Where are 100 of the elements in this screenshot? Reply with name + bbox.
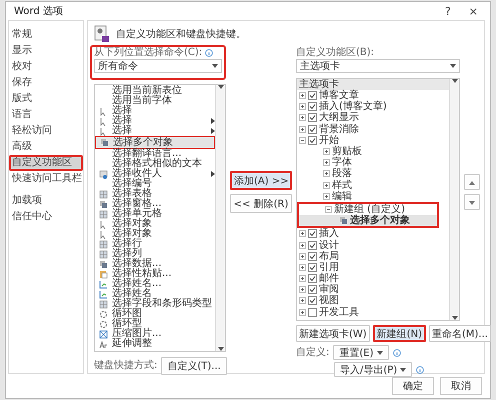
tab-label[interactable]: 插入 (319, 228, 339, 240)
checkbox[interactable] (308, 296, 317, 306)
expand-icon[interactable] (323, 148, 330, 156)
list-item[interactable]: 选择收件人 (95, 169, 215, 179)
move-up-button[interactable] (464, 174, 480, 190)
sidebar-item[interactable]: 常规 (9, 27, 83, 43)
list-item[interactable]: 选择行 (95, 239, 215, 249)
list-item[interactable]: 选择性粘贴... (95, 269, 215, 279)
tab-label[interactable]: 审阅 (319, 284, 339, 296)
sidebar-item[interactable]: 快速访问工具栏 (9, 171, 83, 187)
expand-icon[interactable] (299, 252, 306, 260)
tab-label[interactable]: 博客文章 (319, 90, 359, 102)
checkbox[interactable] (308, 252, 317, 261)
expand-icon[interactable] (299, 92, 306, 100)
list-item[interactable]: 压缩图片... (95, 329, 215, 339)
remove-button[interactable]: << 删除(R) (230, 194, 292, 213)
tab-label[interactable]: 背景消除 (319, 124, 359, 135)
checkbox[interactable] (308, 308, 317, 317)
expand-icon[interactable] (299, 103, 306, 110)
list-item[interactable]: 选择姓名 (95, 289, 215, 299)
tab-label[interactable]: 大纲显示 (319, 112, 359, 124)
sidebar-item[interactable]: 语言 (9, 107, 83, 123)
customize-button[interactable]: 自定义(T)... (161, 357, 227, 375)
tab-label[interactable]: 插入(博客文章) (319, 101, 387, 112)
sidebar-item[interactable]: 信任中心 (9, 209, 83, 225)
cancel-button[interactable]: 取消 (440, 377, 482, 395)
checkbox[interactable] (308, 124, 317, 134)
checkbox[interactable] (308, 136, 317, 145)
scrollbar[interactable] (449, 79, 459, 320)
list-item[interactable]: 选择翻译语言... (95, 149, 215, 159)
checkbox[interactable] (308, 262, 317, 272)
checkbox[interactable] (308, 240, 317, 250)
list-item[interactable]: 选择姓名... (95, 279, 215, 289)
import-export-dropdown[interactable]: 导入/导出(P) (334, 362, 412, 377)
sidebar-item[interactable]: 保存 (9, 75, 83, 91)
expand-icon[interactable] (299, 297, 306, 304)
sidebar-item[interactable]: 显示 (9, 43, 83, 59)
move-down-button[interactable] (464, 194, 480, 210)
collapse-icon[interactable] (325, 206, 332, 213)
group-label[interactable]: 剪贴板 (332, 146, 362, 158)
rename-button[interactable]: 重命名(M)... (429, 325, 491, 342)
tree-item[interactable]: 选择多个对象 (299, 215, 437, 226)
checkbox[interactable] (308, 229, 317, 238)
ribbon-dropdown[interactable]: 主选项卡 (296, 59, 460, 73)
expand-icon[interactable] (299, 126, 306, 133)
sidebar-item[interactable]: 自定义功能区 (9, 155, 83, 171)
checkbox[interactable] (308, 113, 317, 122)
ok-button[interactable]: 确定 (392, 377, 434, 395)
expand-icon[interactable] (299, 286, 306, 294)
expand-icon[interactable] (299, 275, 306, 282)
list-item[interactable]: 选择多个对象 (95, 136, 215, 149)
tab-label[interactable]: 视图 (319, 295, 339, 306)
tab-label[interactable]: 邮件 (319, 273, 339, 284)
expand-icon[interactable] (299, 308, 306, 316)
reset-dropdown[interactable]: 重置(E) (333, 345, 388, 360)
sidebar-item[interactable]: 高级 (9, 139, 83, 155)
list-item[interactable]: 选择格式相似的文本 (95, 159, 215, 169)
list-item[interactable]: 选择 (95, 106, 215, 116)
list-item[interactable]: 选择 (95, 126, 215, 136)
list-item[interactable]: 循环型 (95, 319, 215, 329)
group-label[interactable]: 样式 (332, 180, 352, 191)
expand-icon[interactable] (299, 114, 306, 122)
commands-dropdown[interactable]: 所有命令 (94, 59, 222, 73)
add-button[interactable]: 添加(A) >> (230, 171, 292, 190)
expand-icon[interactable] (323, 192, 330, 200)
tab-label[interactable]: 布局 (319, 250, 339, 262)
list-item[interactable]: 选择表格 (95, 189, 215, 199)
scrollbar[interactable] (215, 85, 225, 351)
list-item[interactable]: 选用当前字体 (95, 96, 215, 106)
list-item[interactable]: 选择列 (95, 249, 215, 259)
list-item[interactable]: 延伸调整 (95, 339, 215, 349)
expand-icon[interactable] (299, 242, 306, 249)
list-item[interactable]: 选择单元格 (95, 209, 215, 219)
list-item[interactable]: 选择字段和条形码类型 (95, 299, 215, 309)
tab-label[interactable]: 开始 (319, 134, 339, 146)
list-item[interactable]: 循环图 (95, 309, 215, 319)
expand-icon[interactable] (299, 230, 306, 238)
sidebar-item[interactable]: 加载项 (9, 193, 83, 209)
list-item[interactable]: 选择对象 (95, 229, 215, 239)
sidebar-item[interactable]: 轻松访问 (9, 123, 83, 139)
list-item[interactable]: 选择对象 (95, 219, 215, 229)
checkbox[interactable] (308, 91, 317, 100)
collapse-icon[interactable] (299, 136, 306, 144)
new-tab-button[interactable]: 新建选项卡(W) (296, 325, 370, 342)
sidebar-item[interactable]: 版式 (9, 91, 83, 107)
tab-label[interactable]: 引用 (319, 262, 339, 273)
list-item[interactable]: 选择编号 (95, 179, 215, 189)
checkbox[interactable] (308, 285, 317, 294)
list-item[interactable]: 选择窗格... (95, 199, 215, 209)
checkbox[interactable] (308, 274, 317, 284)
group-label[interactable]: 字体 (332, 157, 352, 168)
list-item[interactable]: 选择 (95, 116, 215, 126)
expand-icon[interactable] (323, 159, 330, 166)
checkbox[interactable] (308, 102, 317, 112)
expand-icon[interactable] (323, 182, 330, 189)
help-button[interactable]: ? (440, 4, 455, 18)
tab-label[interactable]: 设计 (319, 240, 339, 251)
expand-icon[interactable] (299, 264, 306, 271)
expand-icon[interactable] (323, 170, 330, 178)
group-label[interactable]: 新建组 (自定义) (334, 204, 405, 215)
